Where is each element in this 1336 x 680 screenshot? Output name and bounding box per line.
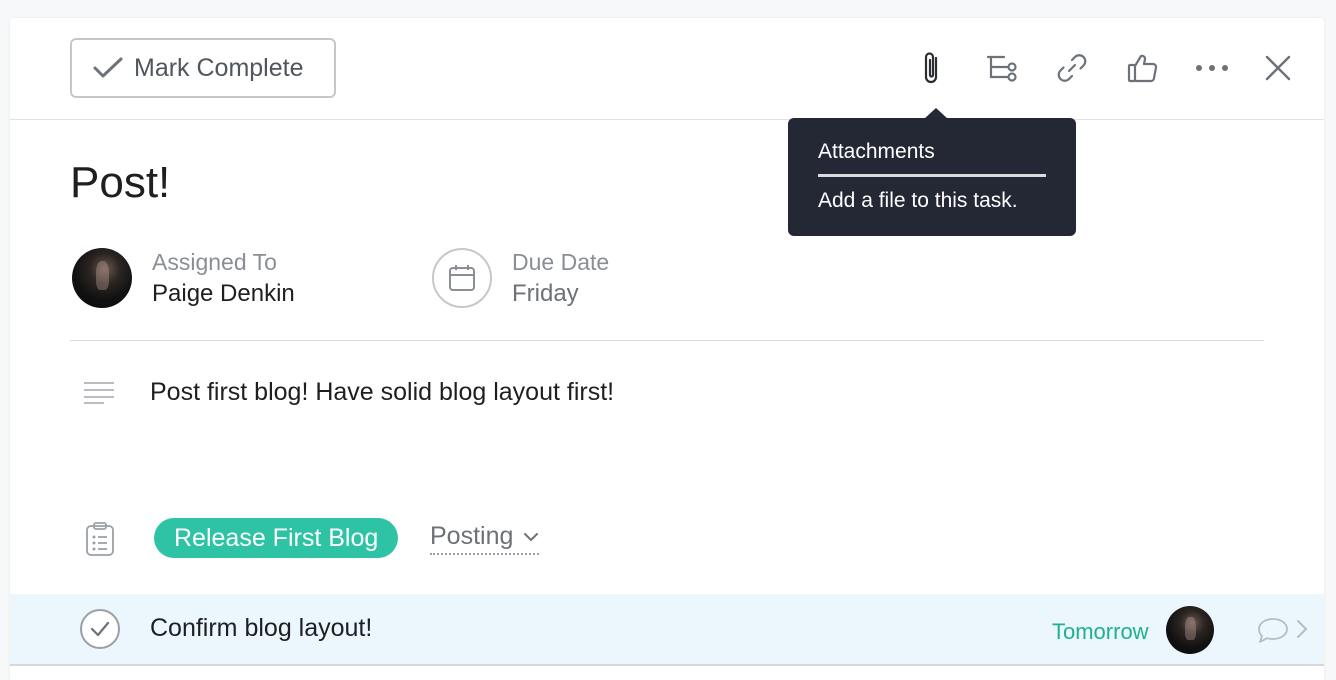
due-date-label: Due Date <box>512 249 610 275</box>
subtask-due-date[interactable]: Tomorrow <box>1052 619 1149 645</box>
close-icon <box>1265 55 1291 81</box>
attachments-tooltip: Attachments Add a file to this task. <box>788 108 1076 236</box>
comment-icon[interactable] <box>1256 616 1290 644</box>
section-dropdown[interactable]: Posting <box>430 522 540 555</box>
description-icon <box>84 382 114 404</box>
checkmark-icon <box>90 621 110 637</box>
more-actions-button[interactable] <box>1192 48 1232 88</box>
mark-complete-button[interactable]: Mark Complete <box>70 38 336 98</box>
attachment-button[interactable] <box>912 48 952 88</box>
link-icon <box>1057 54 1087 82</box>
add-subtask-button[interactable] <box>982 48 1022 88</box>
tooltip-title: Attachments <box>818 140 935 163</box>
subtask-complete-toggle[interactable] <box>80 609 120 649</box>
subtask-name[interactable]: Confirm blog layout! <box>150 614 372 643</box>
chevron-down-icon <box>524 532 539 541</box>
close-button[interactable] <box>1258 48 1298 88</box>
chevron-right-icon[interactable] <box>1296 619 1308 639</box>
task-detail-pane: Mark Complete Attachments Add a file to … <box>10 18 1324 680</box>
assignee-avatar[interactable] <box>72 248 132 308</box>
project-icon <box>86 522 114 556</box>
task-title[interactable]: Post! <box>70 158 170 208</box>
calendar-icon <box>449 265 475 291</box>
task-toolbar: Mark Complete <box>10 18 1324 120</box>
thumbs-up-icon <box>1127 54 1158 83</box>
subtasks-icon <box>986 55 1017 82</box>
paperclip-icon <box>924 52 938 84</box>
more-icon <box>1196 65 1228 71</box>
like-button[interactable] <box>1122 48 1162 88</box>
tooltip-divider <box>818 174 1046 177</box>
tooltip-body: Add a file to this task. <box>818 189 1018 212</box>
subtask-row[interactable]: Confirm blog layout! Tomorrow <box>10 594 1324 666</box>
assigned-to-label: Assigned To <box>152 249 277 275</box>
due-date-button[interactable] <box>432 248 492 308</box>
tooltip-arrow <box>924 108 948 119</box>
task-description[interactable]: Post first blog! Have solid blog layout … <box>150 378 614 407</box>
divider <box>70 340 1264 341</box>
assignee-name[interactable]: Paige Denkin <box>152 280 295 308</box>
project-tag[interactable]: Release First Blog <box>154 518 399 558</box>
subtask-assignee-avatar[interactable] <box>1166 606 1214 654</box>
checkmark-icon <box>93 57 123 78</box>
due-date-value[interactable]: Friday <box>512 280 579 308</box>
copy-link-button[interactable] <box>1052 48 1092 88</box>
mark-complete-label: Mark Complete <box>134 53 304 82</box>
section-label: Posting <box>430 522 514 550</box>
